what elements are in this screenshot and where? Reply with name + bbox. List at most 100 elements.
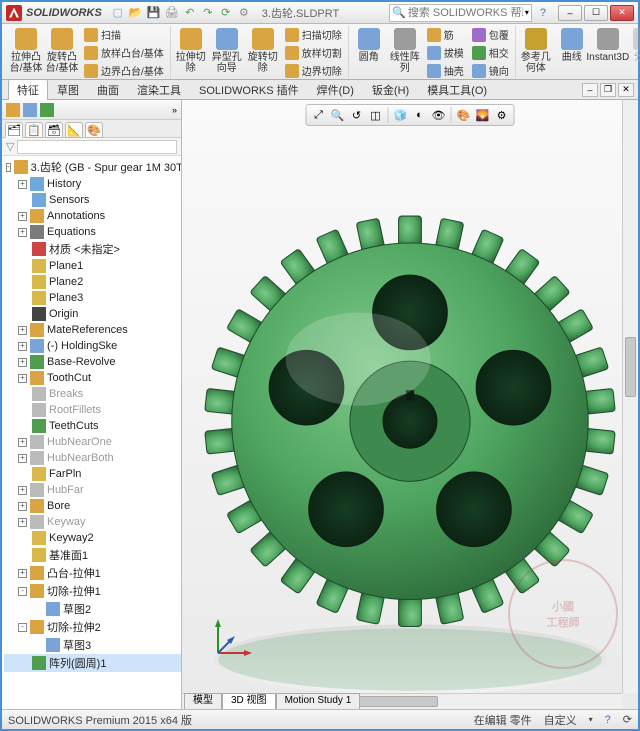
boundary-cut-button[interactable]: 边界切除 [282, 62, 345, 79]
fm-tab-dimxpert[interactable]: 📐 [65, 122, 83, 138]
linear-pattern-button[interactable]: 线性阵列 [388, 26, 422, 79]
cmd-tab-0[interactable]: 特征 [8, 79, 48, 100]
expand-icon[interactable]: + [18, 358, 27, 367]
tree-item[interactable]: Breaks [4, 386, 181, 402]
print-button[interactable]: 🖨 [164, 5, 180, 21]
ref-geom-button[interactable]: 参考几何体 [519, 26, 553, 76]
status-custom[interactable]: 自定义 [544, 712, 577, 728]
loft-cut-button[interactable]: 放样切割 [282, 44, 345, 61]
panel-expand-icon[interactable]: » [172, 105, 177, 115]
view-orient-button[interactable]: 🧊 [392, 106, 410, 124]
tree-item[interactable]: +Base-Revolve [4, 354, 181, 370]
sweep-boss-button[interactable]: 扫描 [81, 26, 167, 43]
redo-button[interactable]: ↷ [200, 5, 216, 21]
zoom-area-button[interactable]: 🔍 [329, 106, 347, 124]
tree-item[interactable]: +MateReferences [4, 322, 181, 338]
tree-item[interactable]: RootFillets [4, 402, 181, 418]
revolve-cut-button[interactable]: 旋转切除 [246, 26, 280, 79]
view-settings-button[interactable]: ⚙ [493, 106, 511, 124]
cmd-tab-5[interactable]: 焊件(D) [308, 79, 363, 100]
help-search[interactable]: 🔍 ▾ [389, 4, 532, 22]
tree-item[interactable]: 草图2 [4, 600, 181, 618]
revolve-boss-button[interactable]: 旋转凸台/基体 [45, 26, 79, 79]
tree-item[interactable]: -切除-拉伸2 [4, 618, 181, 636]
tree-item[interactable]: 阵列(圆周)1 [4, 654, 181, 672]
mirror-button[interactable]: 镜向 [469, 62, 512, 79]
options-button[interactable]: ⚙ [236, 5, 252, 21]
extrude-boss-button[interactable]: 拉伸凸台/基体 [9, 26, 43, 79]
tree-item[interactable]: +Bore [4, 498, 181, 514]
draft-button[interactable]: 拔模 [424, 44, 467, 61]
tree-filter-input[interactable] [17, 140, 177, 154]
shell-button[interactable]: 抽壳 [424, 62, 467, 79]
expand-icon[interactable]: - [18, 623, 27, 632]
tree-item[interactable]: 草图3 [4, 636, 181, 654]
status-dropdown-icon[interactable]: ▾ [589, 715, 593, 724]
save-button[interactable]: 💾 [146, 5, 162, 21]
tree-item[interactable]: FarPln [4, 466, 181, 482]
tree-item[interactable]: -切除-拉伸1 [4, 582, 181, 600]
tree-item[interactable]: 材质 <未指定> [4, 240, 181, 258]
horizontal-scrollbar[interactable]: 模型3D 视图Motion Study 1 [182, 693, 622, 709]
expand-icon[interactable]: + [18, 212, 27, 221]
expand-icon[interactable]: + [18, 342, 27, 351]
expand-icon[interactable]: + [18, 228, 27, 237]
graphics-viewport[interactable]: ⤢🔍↺◫🧊◐👁🎨🌄⚙ [182, 100, 638, 709]
tree-item[interactable]: +Annotations [4, 208, 181, 224]
cmd-tab-2[interactable]: 曲面 [88, 79, 128, 100]
status-rebuild-icon[interactable]: ⟳ [623, 713, 632, 726]
expand-icon[interactable]: + [18, 502, 27, 511]
vertical-scrollbar[interactable] [622, 100, 638, 693]
status-help-icon[interactable]: ? [605, 714, 611, 726]
scene-button[interactable]: 🌄 [474, 106, 492, 124]
expand-icon[interactable]: + [18, 518, 27, 527]
minimize-button[interactable]: – [558, 5, 582, 21]
sweep-cut-button[interactable]: 扫描切除 [282, 26, 345, 43]
view-tab[interactable]: 3D 视图 [222, 693, 276, 709]
intersect-button[interactable]: 相交 [469, 44, 512, 61]
loft-boss-button[interactable]: 放样凸台/基体 [81, 44, 167, 61]
rebuild-button[interactable]: ⟳ [218, 5, 234, 21]
extrude-cut-button[interactable]: 拉伸切除 [174, 26, 208, 79]
expand-icon[interactable]: - [18, 587, 27, 596]
tree-item[interactable]: +HubNearBoth [4, 450, 181, 466]
expand-icon[interactable]: + [18, 454, 27, 463]
tree-item[interactable]: TeethCuts [4, 418, 181, 434]
tree-item[interactable]: Keyway2 [4, 530, 181, 546]
tree-item[interactable]: Plane1 [4, 258, 181, 274]
tree-item[interactable]: 基准面1 [4, 546, 181, 564]
close-button[interactable]: ✕ [610, 5, 634, 21]
search-dropdown-icon[interactable]: ▾ [525, 8, 529, 17]
open-button[interactable]: 📂 [128, 5, 144, 21]
expand-icon[interactable]: + [18, 374, 27, 383]
curves-button[interactable]: 曲线 [555, 26, 589, 76]
expand-icon[interactable]: + [18, 326, 27, 335]
cmd-tab-6[interactable]: 钣金(H) [363, 79, 418, 100]
help-icon[interactable]: ? [540, 7, 546, 19]
fm-tab-config-manager[interactable]: 🗃 [45, 122, 63, 138]
zoom-fit-button[interactable]: ⤢ [310, 106, 328, 124]
undo-button[interactable]: ↶ [182, 5, 198, 21]
view-tab[interactable]: Motion Study 1 [276, 693, 361, 709]
expand-icon[interactable]: + [18, 486, 27, 495]
section-button[interactable]: ◫ [367, 106, 385, 124]
hide-show-button[interactable]: 👁 [430, 106, 448, 124]
tree-item[interactable]: Origin [4, 306, 181, 322]
tree-item[interactable]: +HubNearOne [4, 434, 181, 450]
mdi-minimize-button[interactable]: – [582, 83, 598, 97]
tree-item[interactable]: Sensors [4, 192, 181, 208]
help-search-input[interactable] [408, 7, 523, 19]
fm-tab-property-manager[interactable]: 📋 [25, 122, 43, 138]
new-button[interactable]: ▢ [110, 5, 126, 21]
mdi-close-button[interactable]: ✕ [618, 83, 634, 97]
instant3d-button[interactable]: Instant3D [591, 26, 625, 76]
view-tab[interactable]: 模型 [184, 693, 222, 709]
tree-item[interactable]: Plane3 [4, 290, 181, 306]
fm-tab-display-manager[interactable]: 🎨 [85, 122, 103, 138]
fillet-button[interactable]: 圆角 [352, 26, 386, 79]
tree-item[interactable]: +History [4, 176, 181, 192]
expand-icon[interactable]: + [18, 569, 27, 578]
display-style-button[interactable]: ◐ [411, 106, 429, 124]
fm-tab-feature-manager[interactable]: 🗂 [5, 122, 23, 138]
tree-item[interactable]: +Equations [4, 224, 181, 240]
